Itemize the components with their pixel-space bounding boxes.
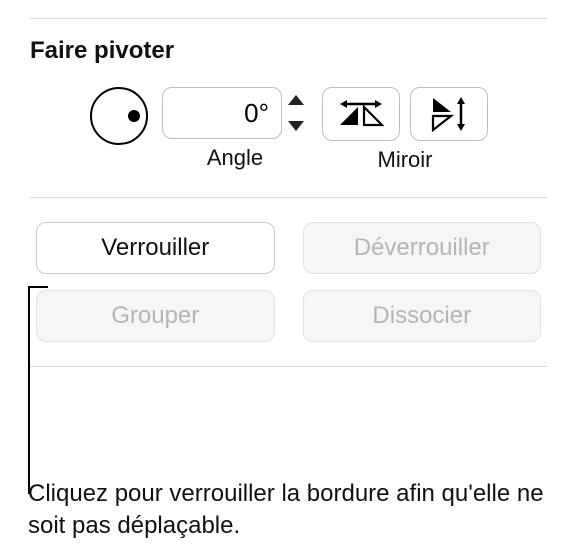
flip-horizontal-icon — [338, 99, 384, 129]
ungroup-button: Dissocier — [303, 290, 542, 342]
angle-stepper — [284, 87, 308, 139]
divider — [30, 366, 547, 367]
flip-vertical-button[interactable] — [410, 87, 488, 141]
angle-group: 0° Angle — [162, 87, 308, 171]
object-actions-grid: Verrouiller Déverrouiller Grouper Dissoc… — [30, 222, 547, 342]
angle-step-up[interactable] — [284, 89, 308, 111]
group-button: Grouper — [36, 290, 275, 342]
mirror-label: Miroir — [378, 147, 433, 173]
callout-connector — [28, 286, 30, 494]
flip-vertical-icon — [429, 96, 469, 132]
lock-button[interactable]: Verrouiller — [36, 222, 275, 274]
rotate-panel: Faire pivoter . 0° Angle — [0, 0, 577, 367]
mirror-group: Miroir — [322, 87, 488, 173]
flip-horizontal-button[interactable] — [322, 87, 400, 141]
angle-field[interactable]: 0° — [162, 87, 282, 139]
section-title: Faire pivoter — [30, 37, 547, 65]
chevron-down-icon — [288, 121, 304, 131]
divider — [30, 197, 547, 198]
rotation-dial[interactable] — [90, 87, 148, 145]
callout-connector — [28, 286, 48, 288]
callout-caption: Cliquez pour verrouiller la bordure afin… — [28, 478, 548, 543]
chevron-up-icon — [288, 95, 304, 105]
angle-value: 0° — [244, 98, 269, 129]
unlock-button: Déverrouiller — [303, 222, 542, 274]
rotation-dial-group: . — [90, 87, 148, 177]
angle-label: Angle — [207, 145, 263, 171]
angle-step-down[interactable] — [284, 115, 308, 137]
divider — [30, 18, 547, 19]
